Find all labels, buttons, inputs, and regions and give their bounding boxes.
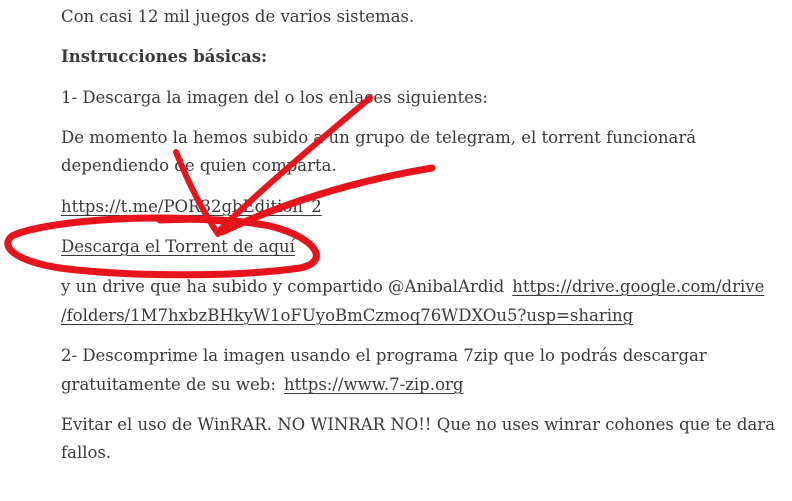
step2-text-line2: gratuitamente de su web: https://www.7-zi… — [61, 371, 463, 399]
instructions-heading: Instrucciones básicas: — [61, 47, 268, 66]
torrent-download-link[interactable]: Descarga el Torrent de aquí — [61, 237, 295, 256]
torrent-link-paragraph: Descarga el Torrent de aquí — [61, 233, 295, 261]
telegram-link[interactable]: https://t.me/POR32gbEdition_2 — [61, 197, 322, 216]
telegram-link-paragraph: https://t.me/POR32gbEdition_2 — [61, 193, 322, 221]
intro-text: Con casi 12 mil juegos de varios sistema… — [61, 7, 415, 26]
drive-link[interactable]: https://drive.google.com/drive — [512, 277, 764, 296]
drive-link-continued[interactable]: /folders/1M7hxbzBHkyW1oFUyoBmCzmoq76WDXO… — [61, 306, 633, 325]
step2-text-line1: 2- Descomprime la imagen usando el progr… — [61, 346, 707, 365]
7zip-link[interactable]: https://www.7-zip.org — [284, 375, 464, 394]
step1-text: 1- Descarga la imagen del o los enlaces … — [61, 88, 488, 107]
winrar-warning-line1: Evitar el uso de WinRAR. NO WINRAR NO!! … — [61, 415, 776, 434]
drive-paragraph-line2: /folders/1M7hxbzBHkyW1oFUyoBmCzmoq76WDXO… — [61, 302, 633, 330]
telegram-note-line1: De momento la hemos subido a un grupo de… — [61, 128, 697, 147]
drive-credit-text: y un drive que ha subido y compartido @A… — [61, 277, 505, 296]
winrar-warning-line2: fallos. — [61, 443, 112, 462]
step2-web-label: gratuitamente de su web: — [61, 375, 276, 394]
drive-paragraph-line1: y un drive que ha subido y compartido @A… — [61, 273, 764, 301]
telegram-note-line2: dependiendo de quien comparta. — [61, 156, 337, 175]
